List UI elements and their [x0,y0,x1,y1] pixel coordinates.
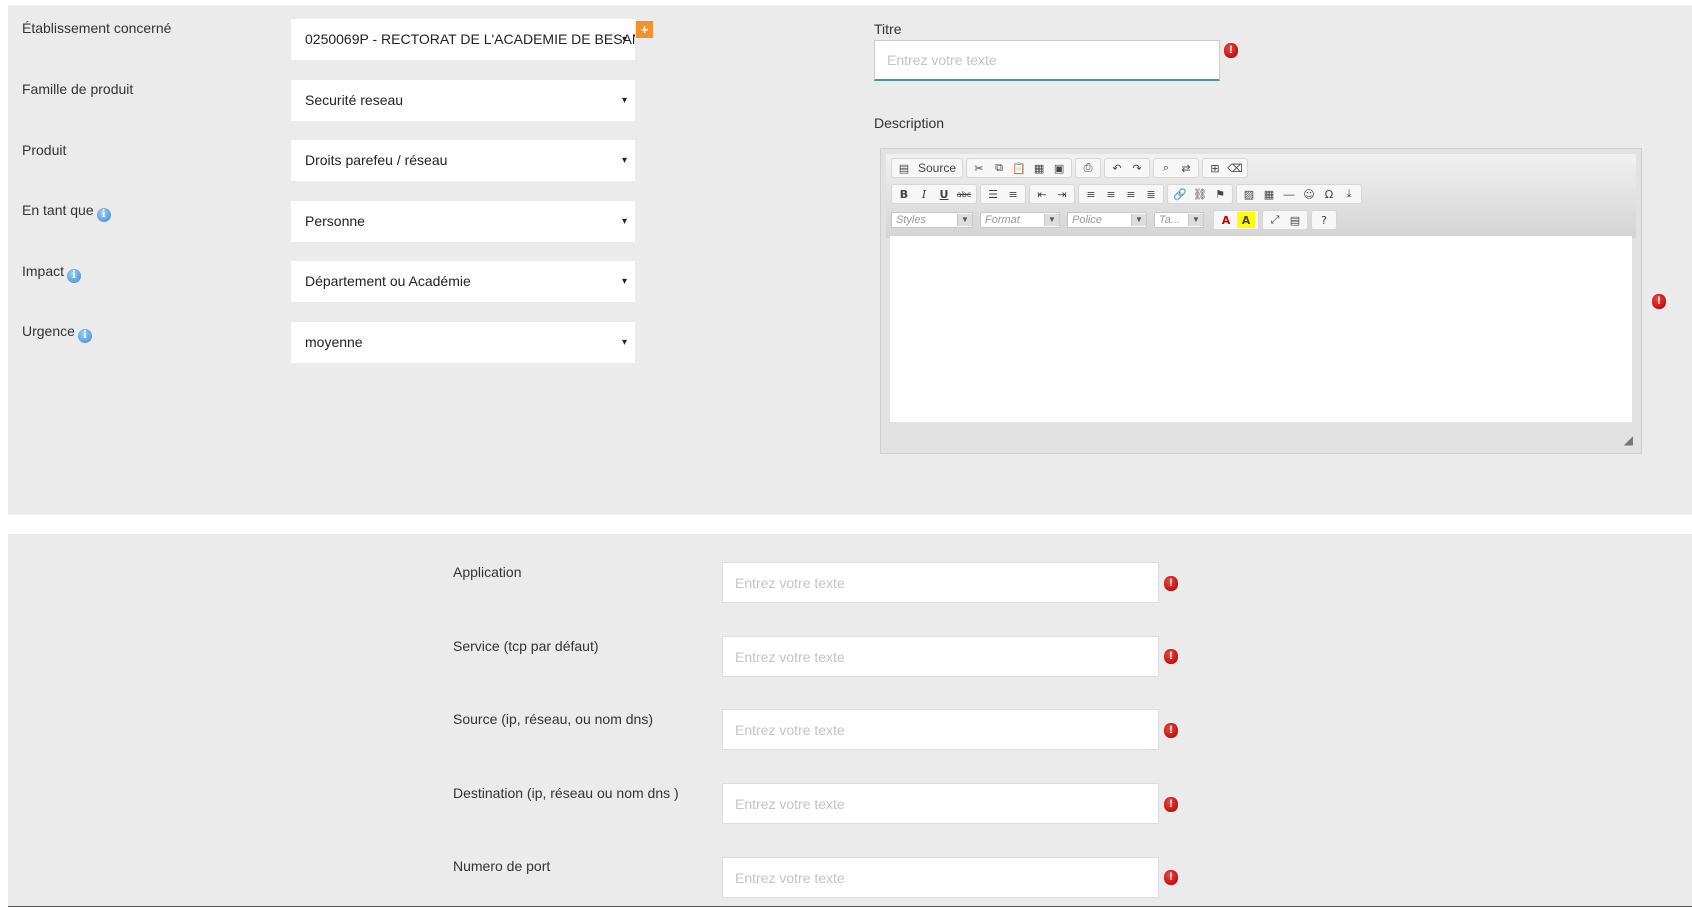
chevron-down-icon: ▼ [1044,214,1059,226]
chevron-down-icon: ▾ [621,34,627,45]
famille-select[interactable]: Securité reseau ▾ [291,80,635,121]
info-icon[interactable]: i [67,269,82,283]
error-icon: ! [1652,294,1666,309]
error-icon: ! [1164,649,1178,664]
align-left-icon[interactable]: ≡ [1082,186,1100,202]
editor-content-area[interactable] [890,236,1632,422]
italic-icon[interactable]: I [915,186,933,202]
anchor-icon[interactable]: ⚑ [1211,186,1229,202]
service-input[interactable] [722,636,1159,677]
styles-combo[interactable]: Styles ▼ [891,212,973,228]
etablissement-select[interactable]: 0250069P - RECTORAT DE L'ACADEMIE DE BES… [291,19,635,60]
paste-text-icon[interactable]: ▦ [1030,160,1048,176]
error-icon: ! [1164,576,1178,591]
error-icon: ! [1164,870,1178,885]
source-input[interactable] [722,709,1159,750]
horizontal-rule-icon[interactable]: ― [1280,186,1298,202]
select-all-icon[interactable]: ⊞ [1206,160,1224,176]
impact-select[interactable]: Département ou Académie ▾ [291,261,635,302]
en-tant-que-label: En tant que i [22,202,111,222]
print-icon[interactable]: ⎙ [1079,160,1097,176]
numbered-list-icon[interactable]: ☰ [984,186,1002,202]
chevron-down-icon: ▼ [1188,214,1203,226]
undo-icon[interactable]: ↶ [1108,160,1126,176]
align-center-icon[interactable]: ≡ [1102,186,1120,202]
outdent-icon[interactable]: ⇤ [1033,186,1051,202]
application-input[interactable] [722,562,1159,603]
port-label: Numero de port [453,858,551,874]
copy-icon[interactable]: ⧉ [990,160,1008,176]
indent-icon[interactable]: ⇥ [1053,186,1071,202]
produit-label: Produit [22,142,67,158]
add-etablissement-button[interactable]: + [636,21,653,38]
align-right-icon[interactable]: ≡ [1122,186,1140,202]
error-icon: ! [1164,797,1178,812]
text-color-icon[interactable]: A [1217,212,1235,228]
maximize-icon[interactable]: ⤢ [1266,212,1284,228]
format-combo[interactable]: Format ▼ [980,212,1060,228]
famille-label: Famille de produit [22,81,134,97]
description-label: Description [874,115,945,131]
table-icon[interactable]: ▦ [1260,186,1278,202]
destination-label: Destination (ip, réseau ou nom dns ) [453,785,679,801]
etablissement-label: Établissement concerné [22,20,172,36]
underline-icon[interactable]: U [935,186,953,202]
chevron-down-icon: ▼ [957,214,972,226]
bold-icon[interactable]: B [895,186,913,202]
editor-toolbar: ▤ Source ✂ ⧉ 📋 ▦ ▣ ⎙ ↶ ↷ ⌕ ⇄ ⊞ ⌫ B I U a… [886,154,1636,238]
source-button[interactable]: Source [915,160,959,176]
destination-input[interactable] [722,783,1159,824]
titre-label: Titre [874,21,902,37]
service-label: Service (tcp par défaut) [453,638,599,654]
cut-icon[interactable]: ✂ [970,160,988,176]
source-icon: ▤ [898,161,910,175]
titre-input[interactable] [874,40,1220,81]
chevron-down-icon: ▾ [621,276,627,287]
strikethrough-icon[interactable]: abc [955,186,973,202]
show-blocks-icon[interactable]: ▤ [1286,212,1304,228]
chevron-down-icon: ▾ [621,155,627,166]
rich-text-editor: ▤ Source ✂ ⧉ 📋 ▦ ▣ ⎙ ↶ ↷ ⌕ ⇄ ⊞ ⌫ B I U a… [880,148,1642,454]
urgence-select[interactable]: moyenne ▾ [291,322,635,363]
font-combo[interactable]: Police ▼ [1067,212,1147,228]
find-icon[interactable]: ⌕ [1157,160,1175,176]
justify-icon[interactable]: ≣ [1142,186,1160,202]
help-icon[interactable]: ? [1315,212,1333,228]
chevron-down-icon: ▾ [621,95,627,106]
info-icon[interactable]: i [96,208,111,222]
paste-word-icon[interactable]: ▣ [1050,160,1068,176]
image-icon[interactable]: ▨ [1240,186,1258,202]
remove-format-icon[interactable]: ⌫ [1226,160,1244,176]
urgence-label: Urgence i [22,323,92,343]
bg-color-icon[interactable]: A [1237,212,1255,228]
chevron-down-icon: ▾ [621,216,627,227]
info-icon[interactable]: i [77,329,92,343]
port-input[interactable] [722,857,1159,898]
produit-select[interactable]: Droits parefeu / réseau ▾ [291,140,635,181]
error-icon: ! [1224,43,1238,58]
smiley-icon[interactable]: ☺ [1300,186,1318,202]
unlink-icon[interactable]: ⛓ [1191,186,1209,202]
chevron-down-icon: ▼ [1131,214,1146,226]
page-break-icon[interactable]: ⤓ [1340,186,1358,202]
bulleted-list-icon[interactable]: ≡ [1004,186,1022,202]
resize-handle-icon[interactable]: ◢ [1624,433,1633,447]
size-combo[interactable]: Ta... ▼ [1154,212,1204,228]
application-label: Application [453,564,522,580]
source-label: Source (ip, réseau, ou nom dns) [453,711,653,727]
en-tant-que-select[interactable]: Personne ▾ [291,201,635,242]
link-icon[interactable]: 🔗 [1171,186,1189,202]
impact-label: Impact i [22,263,82,283]
error-icon: ! [1164,723,1178,738]
paste-icon[interactable]: 📋 [1010,160,1028,176]
special-char-icon[interactable]: Ω [1320,186,1338,202]
replace-icon[interactable]: ⇄ [1177,160,1195,176]
redo-icon[interactable]: ↷ [1128,160,1146,176]
chevron-down-icon: ▾ [621,337,627,348]
